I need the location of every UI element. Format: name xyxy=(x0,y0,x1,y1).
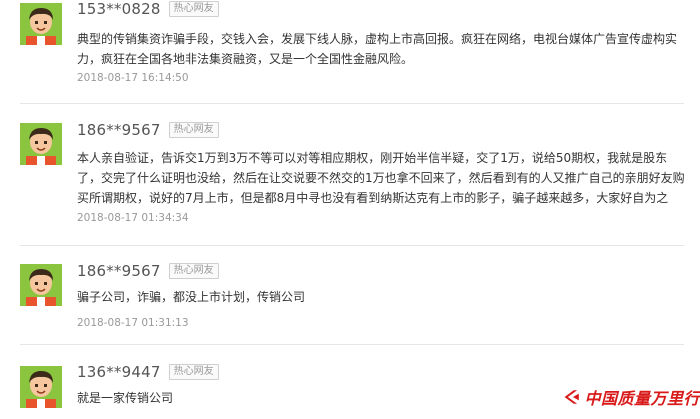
site-watermark: 中国质量万里行 xyxy=(562,383,700,411)
comment-text: 典型的传销集资诈骗手段，交钱入会，发展下线人脉，虚构上市高回报。疯狂在网络，电视… xyxy=(77,32,678,66)
watermark-text: 中国质量万里行 xyxy=(584,389,700,408)
user-avatar-icon[interactable] xyxy=(20,3,62,45)
user-avatar-icon[interactable] xyxy=(20,366,62,408)
comment-divider xyxy=(20,245,684,246)
quality-logo-icon xyxy=(564,390,579,404)
user-badge: 热心网友 xyxy=(168,122,219,138)
user-badge: 热心网友 xyxy=(168,364,219,380)
username[interactable]: 136**9447 xyxy=(77,363,161,381)
comment-timestamp: 2018-08-17 16:14:50 xyxy=(77,72,189,84)
comment-timestamp: 2018-08-17 01:34:34 xyxy=(77,212,189,224)
username[interactable]: 186**9567 xyxy=(77,121,161,139)
username[interactable]: 153**0828 xyxy=(77,0,161,18)
comment-text: 骗子公司，诈骗，都没上市计划，传销公司 xyxy=(77,290,306,304)
user-avatar-icon[interactable] xyxy=(20,123,62,165)
comment-timestamp: 2018-08-17 01:31:13 xyxy=(77,317,189,329)
user-badge: 热心网友 xyxy=(168,263,219,279)
comment-divider xyxy=(20,344,684,345)
user-badge: 热心网友 xyxy=(168,1,219,17)
username[interactable]: 186**9567 xyxy=(77,262,161,280)
comment-divider xyxy=(20,103,684,104)
comment-text: 本人亲自验证，告诉交1万到3万不等可以对等相应期权，刚开始半信半疑，交了1万，说… xyxy=(77,151,685,205)
user-avatar-icon[interactable] xyxy=(20,264,62,306)
